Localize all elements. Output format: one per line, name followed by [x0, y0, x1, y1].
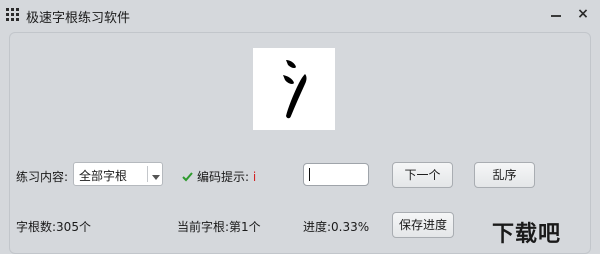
- select-divider: [147, 166, 148, 182]
- grid-icon: [6, 8, 19, 21]
- text-caret: [309, 168, 310, 181]
- title-bar: 极速字根练习软件 ×: [0, 0, 600, 30]
- content-select[interactable]: 全部字根: [73, 162, 163, 186]
- zigen-water-radical-icon: [283, 60, 307, 119]
- hint-label: 编码提示: i: [197, 168, 256, 185]
- watermark: 下载吧: [492, 222, 562, 247]
- current-zigen: 当前字根:第1个: [177, 220, 261, 234]
- save-progress-button[interactable]: 保存进度: [392, 212, 454, 238]
- chevron-down-icon: [150, 168, 162, 180]
- progress-text: 进度:0.33%: [303, 220, 370, 234]
- content-label: 练习内容:: [16, 170, 69, 184]
- zigen-display: [253, 48, 335, 130]
- hint-value: i: [252, 170, 257, 184]
- hint-checkbox[interactable]: [182, 167, 193, 182]
- minimize-icon: [551, 15, 561, 17]
- answer-input[interactable]: [303, 163, 369, 186]
- zigen-count: 字根数:305个: [16, 220, 91, 234]
- next-button[interactable]: 下一个: [392, 162, 453, 188]
- window-title: 极速字根练习软件: [26, 11, 131, 26]
- hint-label-text: 编码提示:: [197, 170, 250, 184]
- checkmark-icon: [182, 172, 193, 182]
- close-icon: ×: [577, 6, 589, 22]
- minimize-button[interactable]: [548, 6, 564, 24]
- shuffle-button[interactable]: 乱序: [474, 162, 535, 188]
- close-button[interactable]: ×: [574, 5, 592, 23]
- content-select-value: 全部字根: [79, 169, 128, 183]
